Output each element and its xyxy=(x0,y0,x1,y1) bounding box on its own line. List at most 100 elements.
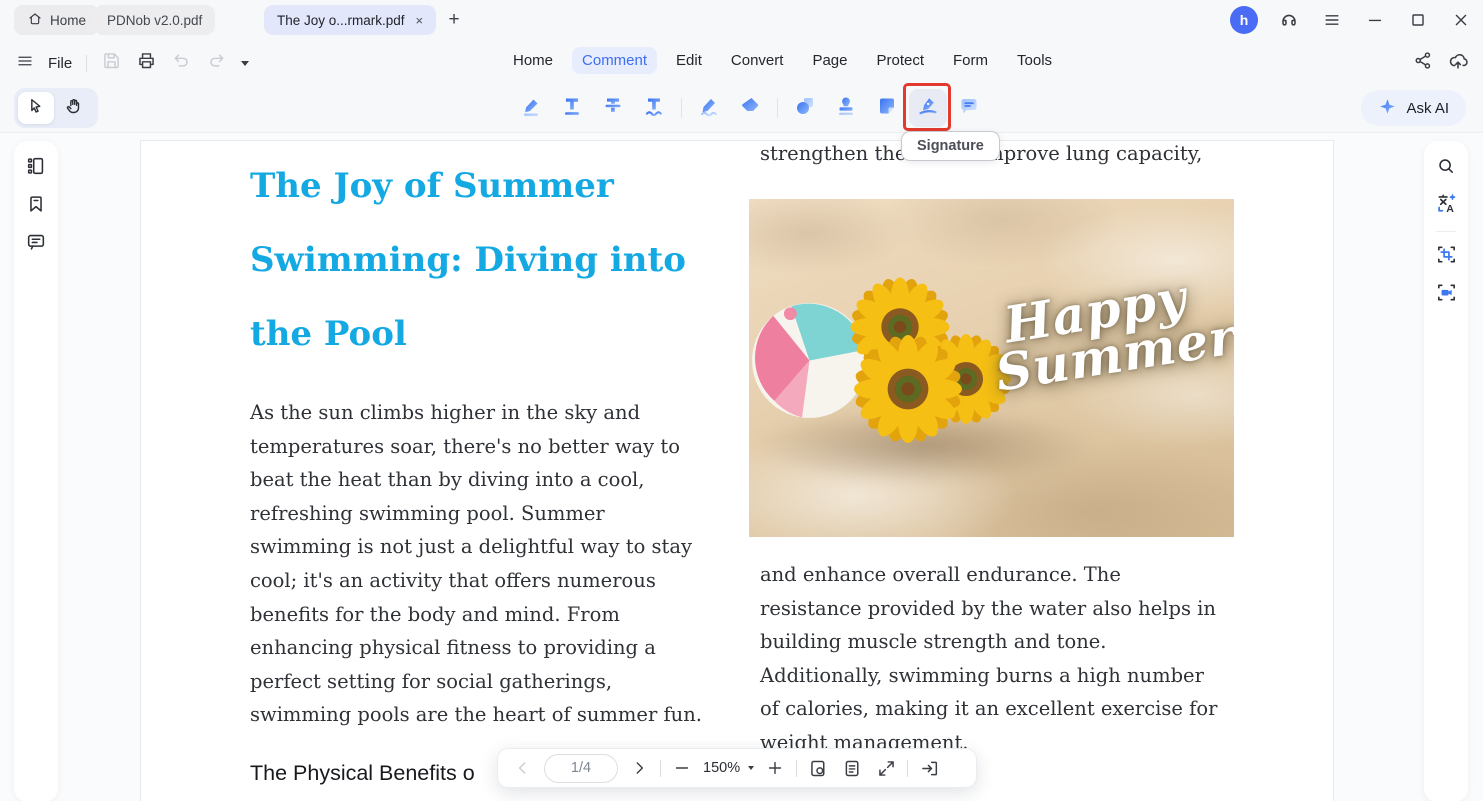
comments-icon xyxy=(25,231,47,258)
menu-bar: File Home Comment Edit Convert Page Prot… xyxy=(0,40,1483,86)
save-icon[interactable] xyxy=(101,50,122,76)
doc-text-line: resistance provided by the water also he… xyxy=(760,592,1217,626)
highlight-icon xyxy=(519,94,543,123)
translate-icon: A xyxy=(1435,192,1458,220)
menu-comment[interactable]: Comment xyxy=(572,47,657,74)
divider xyxy=(1436,231,1456,232)
tab-bar: Home PDNob v2.0.pdf The Joy o...rmark.pd… xyxy=(0,0,1483,40)
right-column-top-line-right: improve lung capacity, xyxy=(979,142,1202,165)
page-navigation-toolbar: 1/4 150% xyxy=(497,748,977,788)
signature-tooltip: Signature xyxy=(901,131,1000,161)
menu-protect[interactable]: Protect xyxy=(866,47,934,74)
share-icon[interactable] xyxy=(1413,50,1434,76)
doc-title-line: Swimming: Diving into xyxy=(250,223,686,297)
ask-ai-label: Ask AI xyxy=(1406,100,1449,117)
ask-ai-button[interactable]: Ask AI xyxy=(1361,90,1466,126)
maximize-button[interactable] xyxy=(1406,8,1430,32)
menu-home[interactable]: Home xyxy=(503,47,563,74)
menu-page[interactable]: Page xyxy=(802,47,857,74)
doc-text-line: refreshing swimming pool. Summer xyxy=(250,497,702,531)
select-tool-button[interactable] xyxy=(18,92,54,124)
page-layout-button[interactable] xyxy=(839,755,865,781)
eraser-tool[interactable] xyxy=(731,89,769,127)
signature-icon xyxy=(916,94,940,123)
menu-tools[interactable]: Tools xyxy=(1007,47,1062,74)
hand-tool-button[interactable] xyxy=(56,92,92,124)
doc-text-line: beat the heat than by diving into a cool… xyxy=(250,463,702,497)
doc-text-line: swimming pools are the heart of summer f… xyxy=(250,698,702,732)
next-page-button[interactable] xyxy=(626,755,652,781)
thumbnails-panel-button[interactable] xyxy=(23,155,49,181)
pdf-editor-window: Home PDNob v2.0.pdf The Joy o...rmark.pd… xyxy=(0,0,1483,801)
hamburger-icon[interactable] xyxy=(16,52,34,75)
squiggly-tool[interactable] xyxy=(635,89,673,127)
main-menu: Home Comment Edit Convert Page Protect F… xyxy=(503,47,1062,74)
support-headset-icon[interactable] xyxy=(1277,8,1301,32)
pencil-tool[interactable] xyxy=(690,89,728,127)
eraser-icon xyxy=(738,94,762,123)
translate-button[interactable]: A xyxy=(1433,193,1459,219)
doc-text-line: and enhance overall endurance. The xyxy=(760,558,1217,592)
zoom-out-button[interactable] xyxy=(669,755,695,781)
page-indicator-input[interactable]: 1/4 xyxy=(544,754,618,783)
app-menu-icon[interactable] xyxy=(1320,8,1344,32)
minimize-button[interactable] xyxy=(1363,8,1387,32)
divider xyxy=(777,98,778,118)
doc-text-line: As the sun climbs higher in the sky and xyxy=(250,396,702,430)
comment-tool[interactable] xyxy=(950,89,988,127)
cloud-upload-icon[interactable] xyxy=(1447,50,1469,77)
tab-label: Home xyxy=(50,13,86,28)
print-icon[interactable] xyxy=(136,50,157,76)
shapes-tool[interactable] xyxy=(786,89,824,127)
squiggly-icon xyxy=(642,94,666,123)
divider xyxy=(660,760,661,777)
prev-page-button[interactable] xyxy=(510,755,536,781)
signature-tool[interactable] xyxy=(909,89,947,127)
doc-text-line: swimming is not just a delightful way to… xyxy=(250,530,702,564)
right-column-top-line-left: strengthen the xyxy=(760,142,906,165)
screen-record-button[interactable] xyxy=(1433,282,1459,308)
underline-tool[interactable] xyxy=(553,89,591,127)
search-icon xyxy=(1435,155,1457,182)
divider xyxy=(86,55,87,72)
file-menu[interactable]: File xyxy=(48,55,72,72)
crop-capture-button[interactable] xyxy=(1433,244,1459,270)
tab-label: The Joy o...rmark.pdf xyxy=(277,13,405,28)
stamp-tool[interactable] xyxy=(827,89,865,127)
left-column-heading: The Physical Benefits o xyxy=(250,761,475,786)
sticky-note-tool[interactable] xyxy=(868,89,906,127)
tab-home[interactable]: Home xyxy=(14,5,99,35)
pdf-page: The Joy of Summer Swimming: Diving into … xyxy=(141,141,1333,801)
svg-text:A: A xyxy=(1446,203,1454,215)
zoom-in-button[interactable] xyxy=(762,755,788,781)
menu-convert[interactable]: Convert xyxy=(721,47,794,74)
zoom-dropdown-icon[interactable] xyxy=(748,766,754,770)
menu-edit[interactable]: Edit xyxy=(666,47,712,74)
doc-text-line: cool; it's an activity that offers numer… xyxy=(250,564,702,598)
close-tab-icon[interactable]: × xyxy=(416,13,424,28)
left-sidebar xyxy=(14,141,58,801)
tab-document-2-active[interactable]: The Joy o...rmark.pdf × xyxy=(264,5,436,35)
exit-view-button[interactable] xyxy=(916,755,942,781)
doc-text-line: temperatures soar, there's no better way… xyxy=(250,430,702,464)
comments-panel-button[interactable] xyxy=(23,231,49,257)
hand-icon xyxy=(64,96,84,121)
close-button[interactable] xyxy=(1449,8,1473,32)
search-button[interactable] xyxy=(1433,155,1459,181)
view-mode-button[interactable] xyxy=(805,755,831,781)
fullscreen-button[interactable] xyxy=(873,755,899,781)
tab-document-1[interactable]: PDNob v2.0.pdf xyxy=(94,5,215,35)
bookmarks-panel-button[interactable] xyxy=(23,193,49,219)
divider xyxy=(796,760,797,777)
tab-label: PDNob v2.0.pdf xyxy=(107,13,202,28)
history-dropdown-icon[interactable] xyxy=(241,61,249,66)
undo-icon[interactable] xyxy=(171,50,192,76)
strikethrough-tool[interactable] xyxy=(594,89,632,127)
new-tab-button[interactable]: + xyxy=(442,8,466,32)
house-icon xyxy=(27,11,43,30)
highlight-tool[interactable] xyxy=(512,89,550,127)
menu-form[interactable]: Form xyxy=(943,47,998,74)
redo-icon[interactable] xyxy=(206,50,227,76)
doc-title-line: the Pool xyxy=(250,297,686,371)
avatar[interactable]: h xyxy=(1230,6,1258,34)
